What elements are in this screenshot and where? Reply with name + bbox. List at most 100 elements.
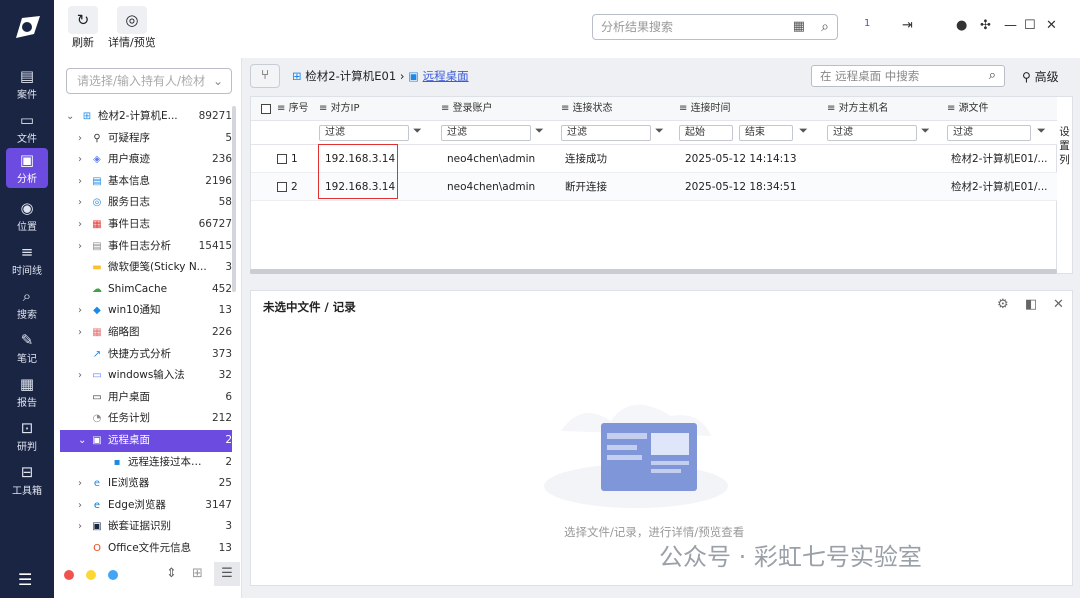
chevron-right-icon[interactable]: › (78, 171, 82, 193)
close-icon[interactable]: ✕ (1053, 297, 1064, 312)
filter-icon[interactable]: ⏷ (921, 124, 930, 138)
minimize-icon[interactable]: — (1004, 18, 1017, 33)
gear-icon[interactable]: ⚙ (997, 297, 1009, 312)
calendar-icon[interactable]: ▦ (793, 15, 805, 39)
col-index[interactable]: ≡ 序号 (277, 97, 309, 121)
tree-item[interactable]: › ▤ 事件日志分析 15415 (60, 236, 232, 258)
content-search-input[interactable]: 在 远程桌面 中搜索 ⌕ (811, 65, 1005, 87)
filter-icon[interactable]: ⏷ (413, 124, 422, 138)
hamburger-menu-icon[interactable]: ☰ (18, 570, 32, 589)
chevron-right-icon[interactable]: › (78, 495, 82, 517)
filter-icon[interactable]: ⏷ (655, 124, 664, 138)
grid-view-icon[interactable]: ⊞ (192, 566, 203, 581)
notification-badge[interactable]: 1 (864, 18, 870, 29)
analysis-search-input[interactable]: 分析结果搜索 ▦ ⌕ (592, 14, 838, 40)
time-start-input[interactable]: 起始 (679, 125, 733, 141)
tree-item[interactable]: ◔ 任务计划 212 (60, 408, 232, 430)
chevron-right-icon[interactable]: › (78, 473, 82, 495)
list-view-icon[interactable]: ☰ (214, 562, 240, 586)
filter-icon[interactable]: ⏷ (535, 124, 544, 138)
chevron-right-icon[interactable]: › (78, 365, 82, 387)
tree-item[interactable]: ☁ ShimCache 452 (60, 279, 232, 301)
tree-item[interactable]: ⌄ ▣ 远程桌面 2 (60, 429, 232, 452)
maximize-icon[interactable]: ☐ (1024, 18, 1036, 33)
blue-dot[interactable] (108, 570, 118, 580)
filter-icon[interactable]: ⏷ (1037, 124, 1046, 138)
chevron-right-icon[interactable]: › (78, 192, 82, 214)
col-account[interactable]: ≡ 登录账户 (441, 97, 493, 121)
sidebar-scrollbar[interactable] (232, 106, 236, 292)
tree-item[interactable]: ▪ 远程连接过本机... 2 (60, 452, 232, 474)
branch-button[interactable]: ⑂ (250, 64, 280, 88)
tree-item[interactable]: › e Edge浏览器 3147 (60, 495, 232, 517)
tree-item[interactable]: › ◈ 用户痕迹 236 (60, 149, 232, 171)
col-hostname[interactable]: ≡ 对方主机名 (827, 97, 889, 121)
tree-item[interactable]: › e IE浏览器 25 (60, 473, 232, 495)
chevron-down-icon[interactable]: ⌄ (66, 106, 74, 128)
tree-item[interactable]: O Office文件元信息 13 (60, 538, 232, 560)
column-settings-button[interactable]: 设置列 (1057, 96, 1073, 274)
tree-item[interactable]: ▬ 微软便笺(Sticky N... 3 (60, 257, 232, 279)
refresh-button[interactable]: ↻ 刷新 (68, 6, 98, 50)
tree-root[interactable]: ⌄ ⊞ 检材2-计算机E... 89271 (60, 106, 232, 128)
row-checkbox[interactable] (277, 154, 287, 164)
nav-search[interactable]: ⌕ 搜索 (0, 284, 54, 324)
chevron-right-icon[interactable]: › (78, 300, 82, 322)
tree-item[interactable]: › ▣ 嵌套证据识别 3 (60, 516, 232, 538)
chevron-right-icon[interactable]: › (78, 214, 82, 236)
red-dot[interactable] (64, 570, 74, 580)
holder-select-input[interactable]: 请选择/输入持有人/检材 ⌄ (66, 68, 232, 94)
chevron-right-icon[interactable]: › (78, 516, 82, 538)
export-icon[interactable]: ⇥ (902, 18, 913, 33)
nav-report[interactable]: ▦ 报告 (0, 372, 54, 412)
tree-item[interactable]: › ▦ 缩略图 226 (60, 322, 232, 344)
breadcrumb-current[interactable]: 远程桌面 (423, 69, 469, 83)
close-icon[interactable]: ✕ (1046, 18, 1057, 33)
account-filter-input[interactable]: 过滤 (441, 125, 531, 141)
status-filter-input[interactable]: 过滤 (561, 125, 651, 141)
nav-toolbox[interactable]: ⊟ 工具箱 (0, 460, 54, 500)
nav-judge[interactable]: ⊡ 研判 (0, 416, 54, 456)
yellow-dot[interactable] (86, 570, 96, 580)
nav-analysis[interactable]: ▣ 分析 (6, 148, 48, 188)
chevron-right-icon[interactable]: › (78, 149, 82, 171)
tree-item[interactable]: › ◆ win10通知 13 (60, 300, 232, 322)
chevron-right-icon[interactable]: › (78, 128, 82, 150)
nav-note[interactable]: ✎ 笔记 (0, 328, 54, 368)
tree-item[interactable]: › ▤ 基本信息 2196 (60, 171, 232, 193)
table-horizontal-scrollbar[interactable] (250, 269, 1057, 274)
ip-filter-input[interactable]: 过滤 (319, 125, 409, 141)
source-filter-input[interactable]: 过滤 (947, 125, 1031, 141)
col-ip[interactable]: ≡ 对方IP (319, 97, 360, 121)
tree-item[interactable]: › ▭ windows输入法 32 (60, 365, 232, 387)
nav-file[interactable]: ▭ 文件 (0, 108, 54, 148)
chevron-down-icon[interactable]: ⌄ (78, 430, 86, 452)
hostname-filter-input[interactable]: 过滤 (827, 125, 917, 141)
col-source[interactable]: ≡ 源文件 (947, 97, 989, 121)
breadcrumb-root[interactable]: 检材2-计算机E01 (305, 69, 396, 83)
search-icon[interactable]: ⌕ (989, 66, 996, 86)
col-status[interactable]: ≡ 连接状态 (561, 97, 613, 121)
tree-item[interactable]: › ◎ 服务日志 58 (60, 192, 232, 214)
tree-item[interactable]: › ⚲ 可疑程序 5 (60, 128, 232, 150)
user-icon[interactable]: ● (956, 18, 967, 33)
advanced-search-button[interactable]: ⚲ 高级 (1022, 68, 1059, 85)
filter-icon[interactable]: ⏷ (799, 124, 808, 138)
nav-location[interactable]: ◉ 位置 (0, 196, 54, 236)
tree-item[interactable]: › ▦ 事件日志 66727 (60, 214, 232, 236)
chevron-right-icon[interactable]: › (78, 322, 82, 344)
nav-case[interactable]: ▤ 案件 (0, 64, 54, 104)
select-all-checkbox[interactable] (261, 104, 271, 114)
collapse-icon[interactable]: ⇕ (166, 566, 177, 581)
nav-timeline[interactable]: ≡ 时间线 (0, 240, 54, 280)
time-end-input[interactable]: 结束 (739, 125, 793, 141)
tree-item[interactable]: ↗ 快捷方式分析 373 (60, 344, 232, 366)
row-checkbox[interactable] (277, 182, 287, 192)
tree-item[interactable]: ▭ 用户桌面 6 (60, 387, 232, 409)
col-time[interactable]: ≡ 连接时间 (679, 97, 731, 121)
pin-icon[interactable]: ✣ (980, 18, 991, 33)
chevron-right-icon[interactable]: › (78, 236, 82, 258)
split-view-icon[interactable]: ◧ (1025, 297, 1037, 312)
search-icon[interactable]: ⌕ (821, 15, 829, 39)
chevron-down-icon[interactable]: ⌄ (213, 69, 223, 93)
